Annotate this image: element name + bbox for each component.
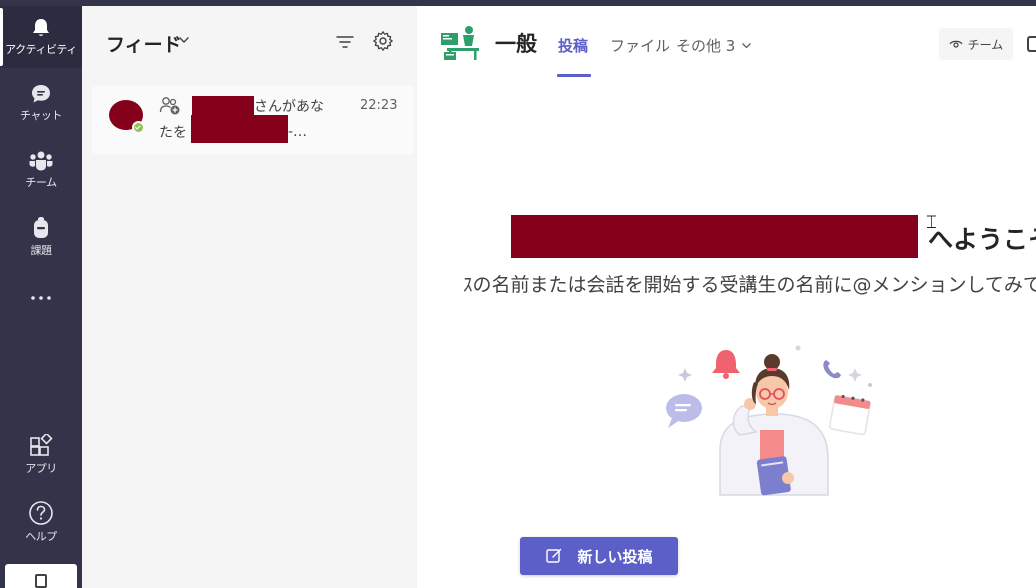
redacted-name bbox=[191, 115, 288, 143]
meeting-icon[interactable] bbox=[1027, 36, 1036, 52]
backpack-icon bbox=[34, 217, 48, 238]
apps-icon bbox=[30, 434, 53, 456]
bell-icon bbox=[33, 19, 49, 36]
tab-files[interactable]: ファイル bbox=[610, 35, 670, 56]
redacted-name bbox=[192, 96, 254, 116]
status-available-icon bbox=[132, 121, 145, 134]
team-button-label: チーム bbox=[967, 37, 1004, 52]
rail-item-apps[interactable]: アプリ bbox=[0, 424, 82, 486]
eye-icon bbox=[949, 40, 963, 48]
rail-item-label: アプリ bbox=[25, 462, 57, 475]
channel-header: 一般 投稿 ファイル その他 3 チーム bbox=[417, 6, 1036, 78]
gear-icon[interactable] bbox=[372, 30, 394, 52]
tab-more[interactable]: その他 3 bbox=[676, 35, 752, 56]
device-icon bbox=[35, 574, 47, 588]
rail-item-help[interactable]: ヘルプ bbox=[0, 491, 82, 553]
feed-item-text: さんがあな bbox=[254, 99, 324, 115]
feed-item-text: たを bbox=[159, 125, 187, 141]
channel-title: 一般 bbox=[495, 32, 537, 56]
redacted-team-name bbox=[511, 215, 918, 258]
app-rail: アクティビティ チャット チーム 課題 アプリ ヘルプ bbox=[0, 6, 82, 588]
welcome-illustration bbox=[666, 345, 872, 496]
feed-item-text-line1: さんがあな bbox=[192, 96, 324, 116]
filter-icon[interactable] bbox=[336, 34, 354, 50]
chat-icon bbox=[32, 85, 50, 103]
feed-item-text-line2: たを -… bbox=[159, 115, 308, 143]
activity-feed-panel: フィード さんがあな たを -… 22:23 bbox=[82, 6, 417, 588]
rail-item-label: 課題 bbox=[30, 244, 53, 257]
rail-device-button[interactable] bbox=[5, 564, 77, 588]
chevron-down-icon[interactable] bbox=[178, 34, 190, 46]
teams-icon bbox=[29, 151, 53, 171]
rail-item-label: チーム bbox=[25, 176, 57, 189]
help-icon bbox=[29, 501, 53, 525]
add-member-icon bbox=[159, 97, 180, 115]
rail-item-label: アクティビティ bbox=[5, 43, 77, 56]
chevron-down-icon bbox=[742, 43, 752, 49]
feed-item-text: -… bbox=[288, 124, 308, 140]
rail-item-chat[interactable]: チャット bbox=[0, 72, 82, 134]
rail-item-activity[interactable]: アクティビティ bbox=[0, 6, 82, 68]
feed-item-time: 22:23 bbox=[360, 98, 398, 113]
rail-item-more[interactable] bbox=[0, 278, 82, 318]
feed-item[interactable]: さんがあな たを -… 22:23 bbox=[92, 86, 414, 154]
rail-item-teams[interactable]: チーム bbox=[0, 139, 82, 201]
team-button[interactable]: チーム bbox=[939, 28, 1013, 60]
compose-icon bbox=[546, 548, 562, 563]
class-team-icon bbox=[441, 26, 479, 60]
more-icon bbox=[31, 296, 51, 300]
new-post-button-label: 新しい投稿 bbox=[577, 547, 653, 566]
active-tab-indicator bbox=[557, 74, 591, 77]
welcome-subtitle: ｽの名前または会話を開始する受講生の名前に@メンションしてみて bbox=[463, 274, 1036, 296]
feed-title[interactable]: フィード bbox=[106, 30, 182, 57]
rail-item-label: ヘルプ bbox=[25, 530, 57, 543]
tab-posts[interactable]: 投稿 bbox=[558, 35, 588, 56]
welcome-title: へようこそ bbox=[928, 225, 1036, 254]
rail-item-assignments[interactable]: 課題 bbox=[0, 206, 82, 268]
new-post-button[interactable]: 新しい投稿 bbox=[520, 537, 678, 575]
tab-more-label: その他 3 bbox=[676, 37, 736, 55]
rail-item-label: チャット bbox=[20, 109, 62, 122]
